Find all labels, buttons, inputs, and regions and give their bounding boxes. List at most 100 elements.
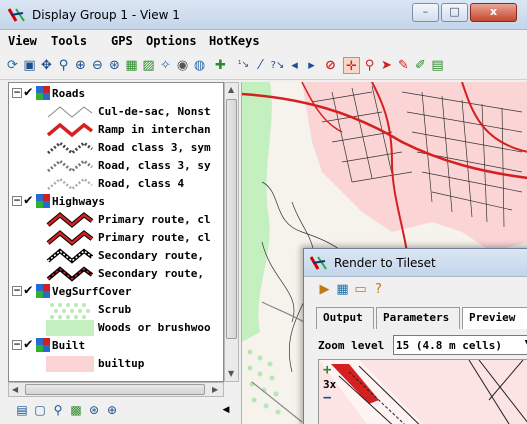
tab-parameters[interactable]: Parameters	[376, 307, 460, 329]
layer-label: Primary route, cl	[98, 231, 211, 244]
menu-hotkeys[interactable]: HotKeys	[209, 34, 260, 48]
menu-gps[interactable]: GPS	[111, 34, 133, 48]
legend-toolbar: ▤ ▢ ⚲ ▩ ⊛ ⊕ ◀	[8, 398, 238, 422]
dialog-title-bar: Render to Tileset	[304, 249, 527, 277]
layer-row[interactable]: Road, class 4	[12, 175, 222, 193]
scroll-right-icon[interactable]: ▶	[212, 385, 218, 394]
help-icon[interactable]: ?	[370, 281, 387, 298]
zoom-level-label: Zoom level	[318, 339, 385, 352]
menu-tools[interactable]: Tools	[51, 34, 87, 48]
line-swatch-icon	[47, 106, 93, 118]
line-swatch-icon	[46, 212, 94, 228]
group-row-built[interactable]: − ✔ Built	[12, 336, 222, 355]
close-button[interactable]: x	[470, 3, 517, 22]
group-row-roads[interactable]: − ✔ Roads	[12, 84, 222, 103]
legend-vertical-scrollbar[interactable]: ▲ ▼	[224, 82, 239, 382]
tiles-icon[interactable]: ▦	[334, 281, 351, 298]
scroll-left-icon[interactable]: ◀	[12, 385, 18, 394]
app-icon	[310, 256, 327, 270]
tile-preview[interactable]: + 3x −	[318, 359, 527, 424]
gps-icon[interactable]: ⟳	[4, 57, 21, 74]
scroll-thumb[interactable]	[226, 99, 237, 339]
layer-row[interactable]: Road class 3, sym	[12, 139, 222, 157]
collapse-icon[interactable]: −	[12, 286, 22, 296]
full-view-icon[interactable]: ▣	[21, 57, 38, 74]
fill-swatch-icon	[46, 356, 94, 372]
checkmark-icon[interactable]: ✔	[24, 84, 32, 100]
scroll-thumb[interactable]	[25, 384, 205, 395]
dialog-toolbar: ▶ ▦ ▭ ?	[304, 277, 527, 303]
stop-icon[interactable]: ⊘	[322, 57, 339, 74]
main-window: Display Group 1 - View 1 – □ x View Tool…	[0, 0, 527, 424]
layer-row[interactable]: Cul-de-sac, Nonst	[12, 103, 222, 121]
layer-row[interactable]: Scrub	[12, 301, 222, 319]
tab-output[interactable]: Output	[316, 307, 374, 329]
select-icon[interactable]: ✛	[343, 57, 360, 74]
zoom-level-select[interactable]: 15 (4.8 m cells) ▼	[393, 335, 527, 355]
zoom-out-icon[interactable]: −	[323, 390, 331, 406]
layer-label: Ramp in interchan	[98, 123, 211, 136]
group-row-highways[interactable]: − ✔ Highways	[12, 192, 222, 211]
frame-icon[interactable]: ▢	[32, 402, 48, 418]
group-icon	[36, 338, 50, 352]
zoom-box-icon[interactable]: ⚲	[55, 57, 72, 74]
scroll-down-icon[interactable]: ▼	[228, 369, 234, 378]
back-icon[interactable]: ◂	[286, 57, 303, 74]
collapse-icon[interactable]: −	[12, 88, 22, 98]
pointer-icon[interactable]: ➤	[378, 57, 395, 74]
layer-row[interactable]: Primary route, cl	[12, 229, 222, 247]
layer-label: Road, class 4	[98, 177, 185, 190]
camera-icon[interactable]: ◉	[174, 57, 191, 74]
tab-preview[interactable]: Preview	[462, 307, 527, 329]
zoom-layer-icon[interactable]: ⊛	[86, 402, 102, 418]
zoom-in-icon[interactable]: ⊕	[72, 57, 89, 74]
edit-icon[interactable]: ✐	[412, 57, 429, 74]
zoom-icon[interactable]: ⚲	[50, 402, 66, 418]
layer-row[interactable]: Woods or brushwoo	[12, 319, 222, 337]
zoom-out-icon[interactable]: ⊖	[89, 57, 106, 74]
tile-icon[interactable]: ▨	[140, 57, 157, 74]
forward-icon[interactable]: ▸	[303, 57, 320, 74]
layer-list-icon[interactable]: ▤	[14, 402, 30, 418]
zoom-level-row: Zoom level 15 (4.8 m cells) ▼	[318, 335, 527, 357]
layer-row[interactable]: Secondary route,	[12, 247, 222, 265]
layer-label: Secondary route,	[98, 267, 204, 280]
layer-controls-icon[interactable]: ▤	[429, 57, 446, 74]
maximize-button[interactable]: □	[441, 3, 468, 22]
pan-icon[interactable]: ✥	[38, 57, 55, 74]
layer-row[interactable]: Road, class 3, sy	[12, 157, 222, 175]
zoom-in-icon[interactable]: ⊕	[104, 402, 120, 418]
zoom-in-icon[interactable]: +	[323, 362, 331, 378]
collapse-icon[interactable]: −	[12, 196, 22, 206]
legend-horizontal-scrollbar[interactable]: ◀ ▶	[8, 382, 224, 397]
globe-icon[interactable]: ◍	[191, 57, 208, 74]
checkmark-icon[interactable]: ✔	[24, 192, 32, 208]
checkmark-icon[interactable]: ✔	[24, 336, 32, 352]
group-row-vegsurfcover[interactable]: − ✔ VegSurfCover	[12, 282, 222, 301]
layer-row[interactable]: Primary route, cl	[12, 211, 222, 229]
add-point-icon[interactable]: ✚	[212, 57, 229, 74]
scroll-up-icon[interactable]: ▲	[228, 85, 234, 94]
collapse-icon[interactable]: −	[12, 340, 22, 350]
layer-row[interactable]: builtup	[12, 355, 222, 373]
layer-icon[interactable]: ▩	[68, 402, 84, 418]
pencil-icon[interactable]: ✎	[395, 57, 412, 74]
checkmark-icon[interactable]: ✔	[24, 282, 32, 298]
layer-label: Scrub	[98, 303, 132, 316]
render-icon[interactable]: ▶	[316, 281, 333, 298]
measure-icon[interactable]: ⁄	[252, 57, 269, 74]
query-icon[interactable]: ?↘	[269, 57, 286, 74]
layer-row[interactable]: Secondary route,	[12, 265, 222, 283]
menu-view[interactable]: View	[8, 34, 37, 48]
step-icon[interactable]: ¹↘	[235, 57, 252, 74]
zoom-tool-icon[interactable]: ⚲	[361, 57, 378, 74]
zoom-layer-icon[interactable]: ⊛	[106, 57, 123, 74]
menu-options[interactable]: Options	[146, 34, 197, 48]
line-swatch-icon	[47, 177, 93, 191]
map-icon[interactable]: ✧	[157, 57, 174, 74]
minimize-button[interactable]: –	[412, 3, 439, 22]
open-folder-icon[interactable]: ▭	[352, 281, 369, 298]
layer-row[interactable]: Ramp in interchan	[12, 121, 222, 139]
collapse-panel-icon[interactable]: ◀	[218, 402, 234, 418]
grid-icon[interactable]: ▦	[123, 57, 140, 74]
